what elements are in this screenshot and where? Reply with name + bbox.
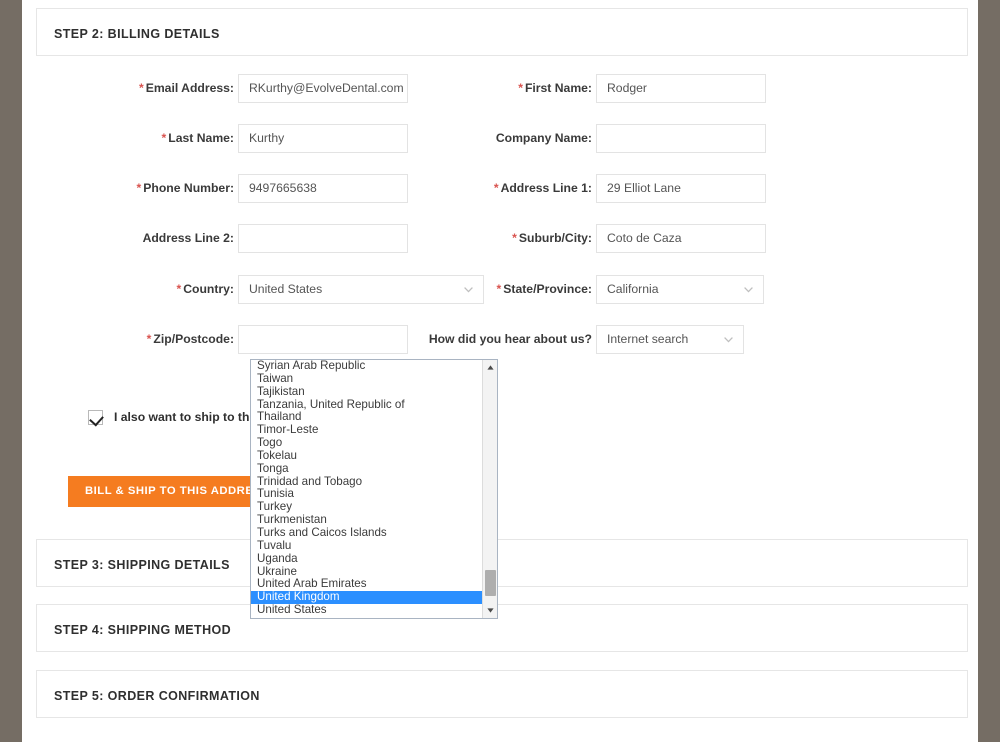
country-option[interactable]: Tokelau [251, 449, 484, 463]
chevron-down-icon [724, 337, 733, 343]
country-option[interactable]: Tonga [251, 462, 484, 476]
field-row-state-province: * State/Province: California [36, 275, 766, 304]
address-line-1-label-text: Address Line 1: [500, 181, 592, 195]
browser-right-edge-strip [978, 0, 1000, 742]
field-row-company-name: Company Name: [36, 124, 766, 153]
step-4-card[interactable]: STEP 4: SHIPPING METHOD [36, 604, 968, 652]
suburb-city-label-text: Suburb/City: [518, 231, 592, 245]
hear-about-us-select-value: Internet search [607, 332, 689, 346]
state-province-required-marker: * [496, 282, 502, 296]
country-option[interactable]: United States [251, 603, 484, 617]
first-name-input[interactable]: Rodger [596, 74, 766, 103]
state-province-label-text: State/Province: [503, 282, 592, 296]
hear-about-us-select[interactable]: Internet search [596, 325, 744, 354]
country-option[interactable]: Syrian Arab Republic [251, 360, 484, 373]
country-option[interactable]: Tuvalu [251, 539, 484, 553]
country-option[interactable]: Togo [251, 436, 484, 450]
step-4-title: STEP 4: SHIPPING METHOD [54, 623, 232, 637]
company-name-label: Company Name: [394, 124, 592, 152]
chevron-down-icon [744, 287, 753, 293]
page-content: STEP 2: BILLING DETAILS * Email Address: … [22, 0, 978, 742]
country-option-list[interactable]: Syrian Arab Republic Taiwan Tajikistan Tanz… [251, 360, 484, 618]
state-province-label: * State/Province: [394, 275, 592, 303]
step-2-title: STEP 2: BILLING DETAILS [54, 27, 220, 41]
checkout-page: STEP 2: BILLING DETAILS * Email Address: … [0, 0, 1000, 742]
suburb-city-required-marker: * [512, 231, 517, 245]
company-name-label-text: Company Name: [495, 131, 592, 145]
address-line-1-input[interactable]: 29 Elliot Lane [596, 174, 766, 203]
country-option[interactable]: Taiwan [251, 372, 484, 386]
suburb-city-label: * Suburb/City: [394, 224, 592, 252]
state-province-select-value: California [607, 282, 659, 296]
state-province-select[interactable]: California [596, 275, 764, 304]
step-2-card[interactable]: STEP 2: BILLING DETAILS [36, 8, 968, 56]
scrollbar-thumb[interactable] [485, 570, 496, 596]
first-name-label-text: First Name: [524, 81, 592, 95]
address-line-1-required-marker: * [493, 181, 499, 195]
country-option[interactable]: Tajikistan [251, 385, 484, 399]
first-name-label: * First Name: [394, 74, 592, 102]
field-row-address-line-1: * Address Line 1: 29 Elliot Lane [36, 174, 766, 203]
field-row-suburb-city: * Suburb/City: Coto de Caza [36, 224, 766, 253]
step-5-card[interactable]: STEP 5: ORDER CONFIRMATION [36, 670, 968, 718]
suburb-city-input[interactable]: Coto de Caza [596, 224, 766, 253]
country-option[interactable]: Turks and Caicos Islands [251, 526, 484, 540]
address-line-1-label: * Address Line 1: [394, 174, 592, 202]
triangle-up-icon[interactable] [483, 360, 497, 375]
step-3-title: STEP 3: SHIPPING DETAILS [54, 558, 230, 572]
country-dropdown-scrollbar[interactable] [482, 360, 497, 618]
billing-details-form: * Email Address: RKurthy@EvolveDental.com… [36, 56, 968, 619]
country-option[interactable]: Timor-Leste [251, 423, 484, 437]
triangle-down-icon[interactable] [483, 603, 497, 618]
country-option[interactable]: Uganda [251, 552, 484, 566]
ship-to-this-address-checkbox[interactable] [88, 409, 103, 425]
browser-left-edge-strip [0, 0, 22, 742]
step-5-title: STEP 5: ORDER CONFIRMATION [54, 689, 260, 703]
first-name-required-marker: * [518, 81, 523, 95]
country-dropdown-listbox[interactable]: Syrian Arab Republic Taiwan Tajikistan Tanz… [250, 359, 498, 619]
field-row-first-name: * First Name: Rodger [36, 74, 766, 103]
company-name-input[interactable] [596, 124, 766, 153]
step-3-card[interactable]: STEP 3: SHIPPING DETAILS [36, 539, 968, 587]
